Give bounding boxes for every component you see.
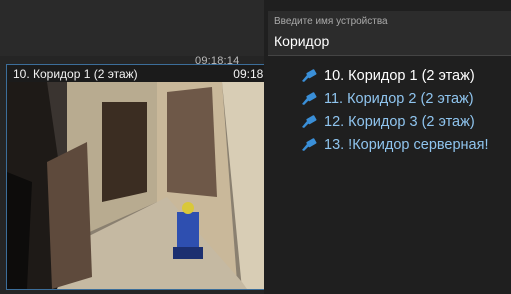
camera-icon: [302, 68, 317, 82]
camera-icon: [302, 114, 317, 128]
camera-video-frame[interactable]: [7, 82, 286, 289]
device-label: 10. Коридор 1 (2 этаж): [324, 67, 475, 84]
empty-video-cell[interactable]: [0, 0, 264, 56]
camera-tile-title: 10. Коридор 1 (2 этаж): [13, 66, 138, 81]
device-item-10[interactable]: 10. Коридор 1 (2 этаж): [300, 64, 511, 87]
device-label: 13. !Коридор серверная!: [324, 136, 489, 153]
camera-tile[interactable]: 10. Коридор 1 (2 этаж) 09:18:14: [6, 64, 287, 290]
video-grid: 09:18:14 10. Коридор 1 (2 этаж) 09:18:14: [0, 0, 287, 294]
device-item-11[interactable]: 11. Коридор 2 (2 этаж): [300, 87, 511, 110]
device-list: 10. Коридор 1 (2 этаж) 11. Коридор 2 (2 …: [300, 64, 511, 156]
device-item-13[interactable]: 13. !Коридор серверная!: [300, 133, 511, 156]
camera-icon: [302, 137, 317, 151]
search-label: Введите имя устройства: [274, 16, 388, 27]
camera-icon: [302, 91, 317, 105]
device-label: 11. Коридор 2 (2 этаж): [324, 90, 474, 107]
device-item-12[interactable]: 12. Коридор 3 (2 этаж): [300, 110, 511, 133]
device-search-field[interactable]: Введите имя устройства Коридор: [268, 11, 511, 56]
device-label: 12. Коридор 3 (2 этаж): [324, 113, 475, 130]
camera-tile-header: 10. Коридор 1 (2 этаж) 09:18:14: [7, 65, 286, 82]
search-input[interactable]: Коридор: [274, 33, 329, 49]
